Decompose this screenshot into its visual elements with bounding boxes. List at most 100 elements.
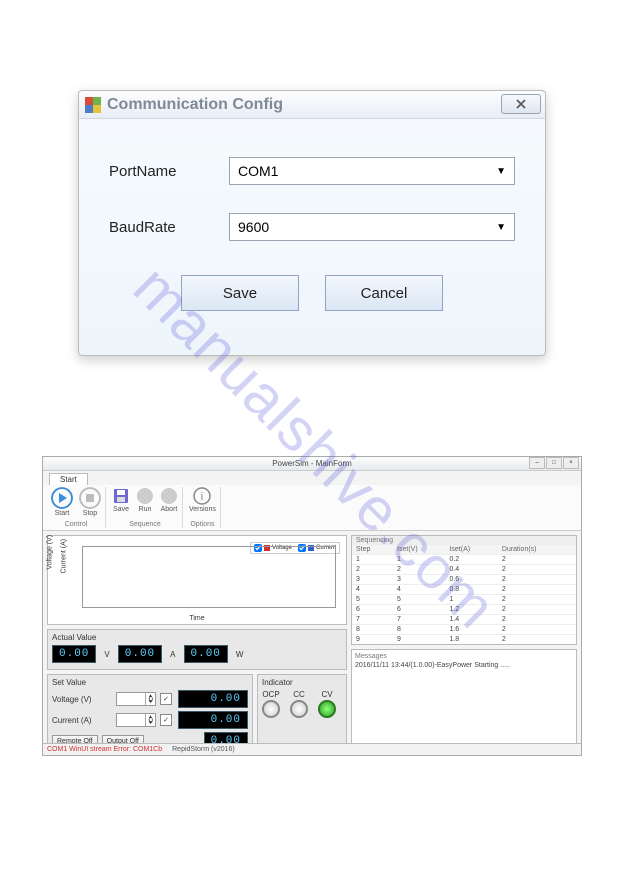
table-row[interactable]: 771.42 (352, 615, 576, 625)
sequencing-table: Step Iset(V) Iset(A) Duration(s) 110.222… (352, 545, 576, 645)
indicator-cc-label: CC (293, 690, 305, 699)
actual-value-panel: Actual Value 0.00 V 0.00 A 0.00 W (47, 629, 347, 670)
save-button[interactable]: Save (181, 275, 299, 311)
dialog-title: Communication Config (107, 96, 283, 114)
table-row[interactable]: 330.62 (352, 575, 576, 585)
versions-label: Versions (189, 506, 216, 513)
run-label: Run (139, 506, 152, 513)
app-window: PowerSim - MainForm – □ × Start Start St… (42, 456, 582, 756)
dropdown-icon: ▼ (496, 222, 506, 233)
col-duration[interactable]: Duration(s) (498, 545, 576, 555)
status-text: RepidStorm (v2016) (172, 746, 235, 753)
chart-y2-axis-label: Current (A) (61, 539, 68, 574)
col-iset-a[interactable]: Iset(A) (445, 545, 497, 555)
set-current-input[interactable]: 0▲▼ (116, 713, 156, 727)
app-icon (85, 97, 101, 113)
status-error: COM1 WinUI stream Error: COM1Cb (47, 746, 162, 753)
table-row[interactable]: 991.82 (352, 635, 576, 645)
dropdown-icon: ▼ (496, 166, 506, 177)
chart-plot-area (82, 546, 336, 608)
chart-x-axis-label: Time (189, 615, 204, 622)
save-seq-button[interactable]: Save (112, 487, 130, 513)
col-iset-v[interactable]: Iset(V) (393, 545, 445, 555)
dialog-titlebar: Communication Config (79, 91, 545, 119)
sequencing-panel: Sequencing Step Iset(V) Iset(A) Duration… (351, 535, 577, 645)
indicator-cv-label: CV (321, 690, 332, 699)
start-button[interactable]: Start (51, 487, 73, 517)
actual-watt-display: 0.00 (184, 645, 228, 663)
messages-title: Messages (355, 653, 573, 660)
play-icon (51, 487, 73, 509)
stop-label: Stop (83, 510, 97, 517)
stop-icon (79, 487, 101, 509)
baudrate-label: BaudRate (109, 219, 229, 236)
indicator-ocp-label: OCP (262, 690, 279, 699)
baudrate-select[interactable]: 9600 ▼ (229, 213, 515, 241)
indicator-cv (318, 700, 336, 718)
save-icon (112, 487, 130, 505)
portname-value: COM1 (238, 163, 278, 179)
actual-current-display: 0.00 (118, 645, 162, 663)
table-row[interactable]: 110.22 (352, 555, 576, 565)
table-row[interactable]: 661.22 (352, 605, 576, 615)
set-current-display: 0.00 (178, 711, 248, 729)
indicator-title: Indicator (262, 678, 342, 687)
portname-label: PortName (109, 163, 229, 180)
actual-current-unit: A (170, 650, 175, 659)
set-voltage-label: Voltage (V) (52, 695, 112, 704)
stop-button[interactable]: Stop (79, 487, 101, 517)
table-row[interactable]: 440.82 (352, 585, 576, 595)
sequencing-title: Sequencing (352, 536, 576, 545)
actual-value-title: Actual Value (52, 633, 342, 642)
set-value-title: Set Value (52, 678, 248, 687)
abort-button[interactable]: Abort (160, 487, 178, 513)
set-voltage-apply[interactable]: ✓ (160, 693, 172, 705)
communication-config-dialog: Communication Config PortName COM1 ▼ Bau… (78, 90, 546, 356)
statusbar: COM1 WinUI stream Error: COM1Cb RepidSto… (43, 743, 581, 755)
run-icon (136, 487, 154, 505)
set-value-panel: Set Value Voltage (V) 0▲▼ ✓ 0.00 Current… (47, 674, 253, 754)
versions-button[interactable]: i Versions (189, 487, 216, 513)
table-row[interactable]: 220.42 (352, 565, 576, 575)
save-seq-label: Save (113, 506, 129, 513)
table-row[interactable]: 881.62 (352, 625, 576, 635)
maximize-button[interactable]: □ (546, 457, 562, 469)
ribbon-tab-start[interactable]: Start (49, 473, 88, 485)
run-button[interactable]: Run (136, 487, 154, 513)
app-titlebar: PowerSim - MainForm – □ × (43, 457, 581, 471)
svg-text:i: i (201, 491, 203, 503)
cancel-button[interactable]: Cancel (325, 275, 443, 311)
ribbon-group-control: Control (65, 521, 88, 528)
set-current-label: Current (A) (52, 716, 112, 725)
info-icon: i (193, 487, 211, 505)
ribbon-group-options: Options (190, 521, 214, 528)
ribbon: Start Stop Control Save Run (43, 485, 581, 531)
indicator-panel: Indicator OCP CC CV (257, 674, 347, 754)
chart: Voltage Current Voltage (V) Current (A) … (47, 535, 347, 625)
minimize-button[interactable]: – (529, 457, 545, 469)
close-button[interactable]: × (563, 457, 579, 469)
set-voltage-input[interactable]: 0▲▼ (116, 692, 156, 706)
app-title: PowerSim - MainForm (272, 459, 352, 468)
abort-icon (160, 487, 178, 505)
table-row[interactable]: 5512 (352, 595, 576, 605)
close-icon (514, 99, 528, 109)
ribbon-group-sequence: Sequence (129, 521, 161, 528)
portname-select[interactable]: COM1 ▼ (229, 157, 515, 185)
actual-watt-unit: W (236, 650, 244, 659)
actual-voltage-unit: V (104, 650, 109, 659)
dialog-body: PortName COM1 ▼ BaudRate 9600 ▼ Save Can… (79, 119, 545, 311)
baudrate-value: 9600 (238, 219, 269, 235)
abort-label: Abort (161, 506, 178, 513)
indicator-cc (290, 700, 308, 718)
set-current-apply[interactable]: ✓ (160, 714, 172, 726)
messages-panel: Messages 2016/11/11 13:44/(1.0.00)-EasyP… (351, 649, 577, 754)
col-step[interactable]: Step (352, 545, 393, 555)
close-button[interactable] (501, 94, 541, 114)
actual-voltage-display: 0.00 (52, 645, 96, 663)
set-voltage-display: 0.00 (178, 690, 248, 708)
start-label: Start (55, 510, 70, 517)
chart-y-axis-label: Voltage (V) (47, 535, 54, 570)
messages-log: 2016/11/11 13:44/(1.0.00)-EasyPower Star… (355, 662, 573, 669)
indicator-ocp (262, 700, 280, 718)
